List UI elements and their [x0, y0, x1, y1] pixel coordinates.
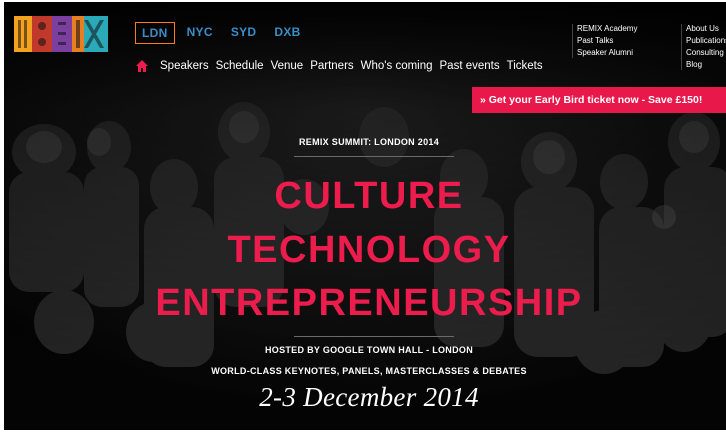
page: LDN NYC SYD DXB Speakers Schedule Venue …: [4, 2, 726, 430]
main-nav: Speakers Schedule Venue Partners Who's c…: [135, 59, 543, 73]
city-tab-syd[interactable]: SYD: [225, 22, 263, 44]
hosted-by-text: HOSTED BY GOOGLE TOWN HALL - LONDON: [264, 345, 473, 355]
headline-culture: CULTURE: [274, 175, 464, 217]
home-icon[interactable]: [135, 59, 149, 73]
link-remix-academy[interactable]: REMIX Academy: [577, 24, 637, 34]
secondary-links-column-1: REMIX Academy Past Talks Speaker Alumni: [572, 24, 637, 58]
early-bird-ticket-button[interactable]: » Get your Early Bird ticket now - Save …: [472, 87, 726, 113]
nav-partners[interactable]: Partners: [310, 60, 353, 72]
headline-technology: TECHNOLOGY: [227, 229, 511, 271]
remix-logo[interactable]: [14, 14, 110, 54]
nav-past-events[interactable]: Past events: [440, 60, 500, 72]
divider-bottom: [294, 336, 454, 337]
divider-top: [294, 156, 454, 157]
city-tab-dxb[interactable]: DXB: [268, 22, 306, 44]
link-about-us[interactable]: About Us: [686, 24, 726, 34]
link-consulting[interactable]: Consulting: [686, 48, 726, 58]
link-speaker-alumni[interactable]: Speaker Alumni: [577, 48, 637, 58]
headline-entrepreneurship: ENTREPRENEURSHIP: [155, 282, 583, 324]
link-blog[interactable]: Blog: [686, 60, 726, 70]
secondary-links-column-2: About Us Publications Consulting Blog: [681, 24, 726, 70]
link-publications[interactable]: Publications: [686, 36, 726, 46]
nav-speakers[interactable]: Speakers: [160, 60, 209, 72]
nav-venue[interactable]: Venue: [271, 60, 304, 72]
city-nav: LDN NYC SYD DXB: [135, 22, 307, 44]
city-tab-nyc[interactable]: NYC: [181, 22, 219, 44]
event-eyebrow: REMIX SUMMIT: LONDON 2014: [298, 137, 440, 147]
nav-whos-coming[interactable]: Who's coming: [361, 60, 433, 72]
link-past-talks[interactable]: Past Talks: [577, 36, 637, 46]
nav-tickets[interactable]: Tickets: [507, 60, 543, 72]
event-date: 2-3 December 2014: [259, 382, 479, 412]
event-format-text: WORLD-CLASS KEYNOTES, PANELS, MASTERCLAS…: [211, 366, 527, 376]
city-tab-ldn[interactable]: LDN: [135, 22, 175, 44]
nav-schedule[interactable]: Schedule: [216, 60, 264, 72]
